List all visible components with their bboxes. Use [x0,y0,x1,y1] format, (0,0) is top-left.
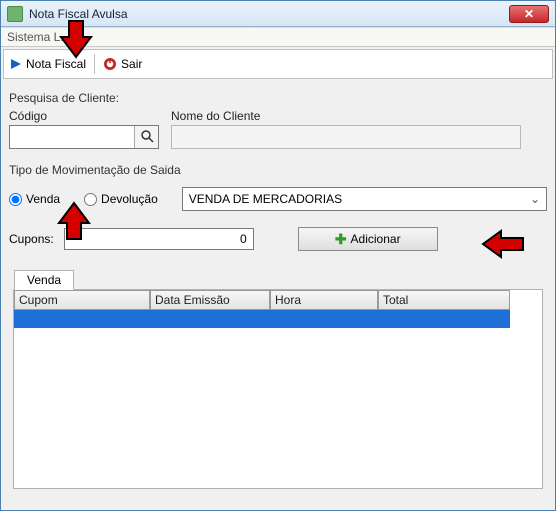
cupons-input[interactable] [64,228,254,250]
radio-venda-input[interactable] [9,193,22,206]
radio-devolucao[interactable]: Devolução [84,192,158,206]
nome-input [171,125,521,149]
app-window: Nota Fiscal Avulsa ✕ Sistema L... Nota F… [0,0,556,511]
close-icon: ✕ [524,7,534,21]
menubar: Sistema L... [1,27,555,47]
codigo-field: Código [9,109,159,149]
data-grid[interactable]: Cupom Data Emissão Hora Total [14,290,542,328]
grid-col-total[interactable]: Total [378,290,510,310]
nome-label: Nome do Cliente [171,109,521,123]
grid-col-cupom[interactable]: Cupom [14,290,150,310]
toolbar: Nota Fiscal Sair [3,49,553,79]
plus-icon: ✚ [335,232,347,246]
search-icon [140,129,154,146]
sair-button[interactable]: Sair [103,57,142,71]
chevron-down-icon: ⌄ [530,192,540,206]
movimentacao-select[interactable]: VENDA DE MERCADORIAS ⌄ [182,187,547,211]
radio-devolucao-label: Devolução [101,192,158,206]
grid-col-data[interactable]: Data Emissão [150,290,270,310]
movimentacao-section-label: Tipo de Movimentação de Saida [9,163,547,177]
table-row[interactable] [14,310,510,328]
nota-fiscal-label: Nota Fiscal [26,57,86,71]
play-icon [10,58,22,70]
close-button[interactable]: ✕ [509,5,549,23]
cupons-label: Cupons: [9,232,54,246]
adicionar-button[interactable]: ✚ Adicionar [298,227,438,251]
sair-label: Sair [121,57,142,71]
toolbar-separator [94,54,95,74]
app-icon [7,6,23,22]
power-icon [103,57,117,71]
window-title: Nota Fiscal Avulsa [29,7,509,21]
pesquisa-section-label: Pesquisa de Cliente: [9,91,547,105]
search-button[interactable] [134,126,158,148]
nota-fiscal-button[interactable]: Nota Fiscal [10,57,86,71]
titlebar: Nota Fiscal Avulsa ✕ [1,1,555,27]
menubar-item-sistema[interactable]: Sistema L... [7,30,70,44]
content-area: Pesquisa de Cliente: Código Nome do Clie… [1,81,555,493]
radio-venda[interactable]: Venda [9,192,60,206]
codigo-label: Código [9,109,159,123]
adicionar-label: Adicionar [351,232,401,246]
tab-venda-label: Venda [27,273,61,287]
radio-devolucao-input[interactable] [84,193,97,206]
grid-col-hora[interactable]: Hora [270,290,378,310]
grid-header-row: Cupom Data Emissão Hora Total [14,290,542,310]
tab-venda[interactable]: Venda [14,270,74,290]
grid-panel: Venda Cupom Data Emissão Hora Total [13,289,543,489]
nome-field: Nome do Cliente [171,109,521,149]
movimentacao-select-value: VENDA DE MERCADORIAS [189,192,342,206]
radio-venda-label: Venda [26,192,60,206]
